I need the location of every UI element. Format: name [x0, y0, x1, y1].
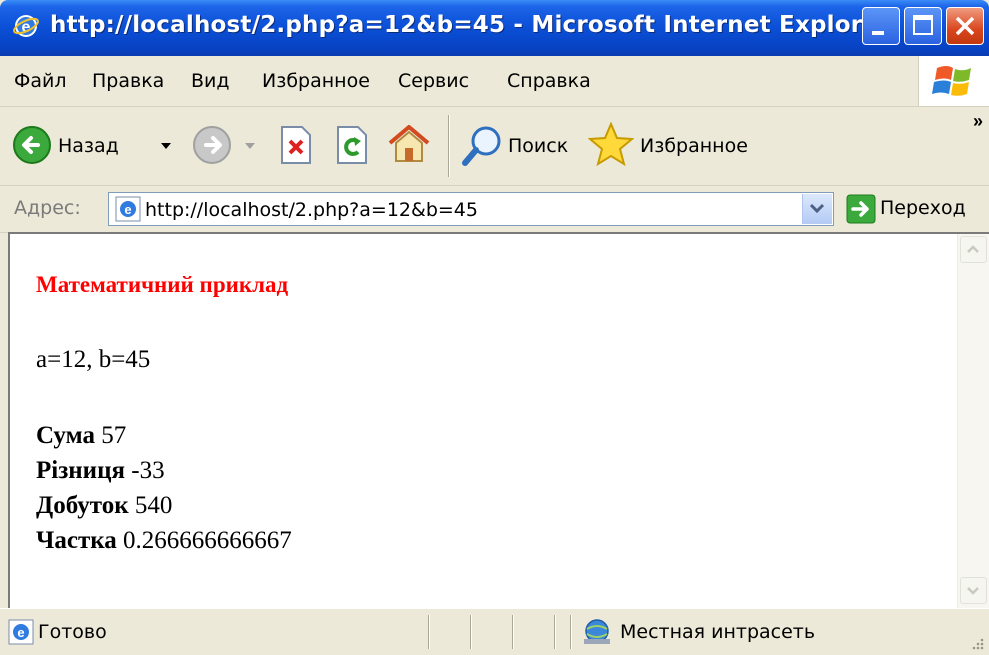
status-separator — [512, 615, 514, 649]
result-label: Добуток — [36, 492, 129, 519]
page-done-icon: e — [8, 619, 34, 645]
menu-help[interactable]: Справка — [507, 70, 591, 92]
svg-text:e: e — [124, 202, 131, 217]
go-button-label[interactable]: Переход — [880, 197, 966, 219]
result-row-quotient: Частка 0.266666666667 — [36, 527, 292, 555]
status-separator — [470, 615, 472, 649]
local-intranet-icon — [584, 619, 610, 644]
scroll-down-button[interactable] — [960, 577, 987, 604]
menu-edit[interactable]: Правка — [92, 70, 164, 92]
maximize-button[interactable] — [904, 7, 942, 45]
windows-flag-icon — [932, 66, 971, 96]
title-bar: e http://localhost/2.php?a=12&b=45 - Mic… — [0, 0, 989, 56]
result-value: 57 — [101, 422, 127, 449]
go-arrow-icon[interactable] — [846, 194, 876, 224]
windows-logo — [918, 56, 989, 106]
favorites-button-label[interactable]: Избранное — [640, 135, 748, 157]
close-icon — [955, 16, 975, 36]
minimize-button[interactable] — [862, 7, 900, 45]
result-value: -33 — [131, 457, 165, 484]
address-dropdown-button[interactable] — [802, 194, 832, 224]
page-ie-icon: e — [115, 196, 141, 222]
maximize-icon — [913, 15, 933, 35]
refresh-icon[interactable] — [334, 125, 370, 165]
result-value: 0.266666666667 — [123, 527, 292, 554]
status-bar: e Готово Местная интрасеть — [0, 608, 989, 655]
address-input[interactable]: e http://localhost/2.php?a=12&b=45 — [108, 192, 834, 226]
result-label: Сума — [36, 422, 95, 449]
minimize-icon — [872, 31, 884, 35]
back-arrow-icon[interactable] — [12, 125, 52, 165]
result-value: 540 — [134, 492, 173, 519]
search-button-label[interactable]: Поиск — [508, 135, 568, 157]
back-dropdown-icon[interactable] — [160, 141, 172, 151]
result-label: Різниця — [36, 457, 126, 484]
toolbar-separator — [448, 115, 450, 177]
status-separator — [554, 615, 556, 649]
result-row-sum: Сума 57 — [36, 422, 126, 450]
vertical-scrollbar[interactable] — [957, 234, 989, 608]
params-text: a=12, b=45 — [36, 346, 151, 373]
menu-view[interactable]: Вид — [191, 70, 230, 92]
search-icon[interactable] — [460, 123, 504, 167]
back-button-label[interactable]: Назад — [58, 135, 119, 157]
home-icon[interactable] — [386, 121, 432, 167]
page-heading: Математичний приклад — [36, 272, 289, 297]
scroll-up-button[interactable] — [960, 236, 987, 263]
menu-bar: Файл Правка Вид Избранное Сервис Справка — [0, 56, 989, 107]
result-row-difference: Різниця -33 — [36, 457, 165, 485]
toolbar-overflow-chevron[interactable]: » — [973, 111, 983, 132]
close-button[interactable] — [946, 7, 984, 45]
forward-arrow-icon[interactable] — [192, 125, 232, 165]
window-title: http://localhost/2.php?a=12&b=45 - Micro… — [50, 12, 890, 38]
security-zone-label: Местная интрасеть — [620, 621, 816, 643]
address-url: http://localhost/2.php?a=12&b=45 — [145, 199, 478, 221]
status-text: Готово — [38, 621, 107, 643]
ie-logo-icon: e — [13, 15, 39, 37]
menu-tools[interactable]: Сервис — [398, 70, 469, 92]
chevron-down-icon — [809, 203, 825, 214]
status-separator — [428, 615, 430, 649]
menu-favorites[interactable]: Избранное — [262, 70, 370, 92]
address-bar: Адрес: e http://localhost/2.php?a=12&b=4… — [0, 186, 989, 233]
forward-dropdown-icon[interactable] — [244, 141, 256, 151]
menu-file[interactable]: Файл — [14, 70, 67, 92]
favorites-star-icon[interactable] — [588, 121, 634, 167]
resize-grip-icon[interactable] — [969, 635, 985, 651]
address-label: Адрес: — [14, 197, 81, 219]
standard-toolbar: Назад Поиск Избранное » — [0, 107, 989, 186]
result-label: Частка — [36, 527, 117, 554]
svg-text:e: e — [17, 625, 24, 640]
chevron-down-icon — [967, 587, 979, 595]
stop-icon[interactable] — [278, 125, 314, 165]
result-row-product: Добуток 540 — [36, 492, 172, 520]
status-separator — [570, 615, 572, 649]
page-content: Математичний приклад a=12, b=45 Сума 57 … — [8, 232, 989, 608]
chevron-up-icon — [967, 245, 979, 253]
